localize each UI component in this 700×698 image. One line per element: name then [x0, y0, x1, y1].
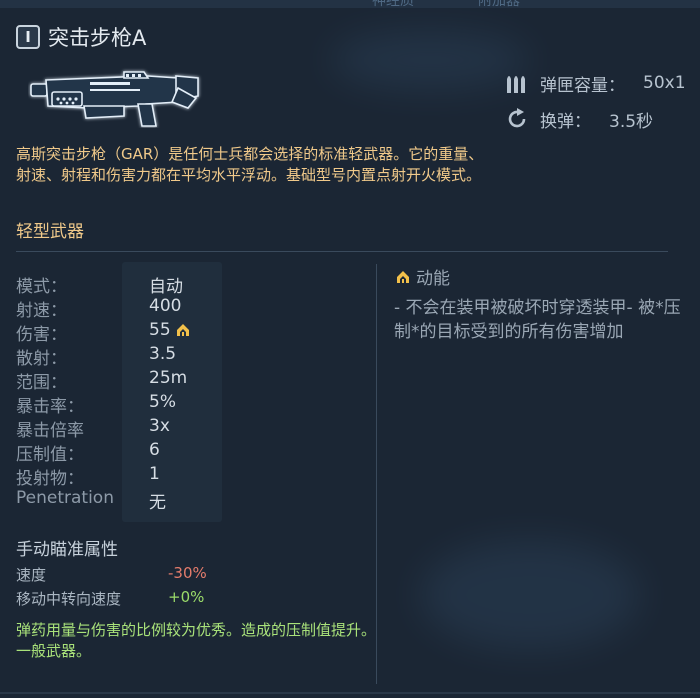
- manual-aim-row-speed: 速度 -30%: [16, 564, 207, 585]
- magazine-stat: 弹匣容量： 50x1: [504, 70, 686, 96]
- assault-rifle-icon: [28, 66, 203, 132]
- kinetic-damage-icon: [176, 323, 190, 337]
- manual-aim-row-turn-speed: 移动中转向速度 +0%: [16, 588, 204, 609]
- note-line: 一般武器。: [16, 642, 92, 660]
- manual-aim-title: 手动瞄准属性: [16, 540, 118, 560]
- stat-value: 400: [149, 296, 182, 316]
- magazine-label: 弹匣容量：: [540, 75, 625, 96]
- stat-value: 无: [149, 493, 166, 513]
- ammo-icon: [504, 70, 530, 96]
- reload-icon: [504, 106, 530, 132]
- background-glow: [330, 30, 530, 90]
- stat-label: 散射：: [16, 349, 67, 369]
- stat-value: 6: [149, 440, 160, 460]
- manual-aim-value: -30%: [168, 564, 207, 582]
- ability-title: 动能: [416, 269, 450, 289]
- stat-value: 1: [149, 464, 160, 484]
- column-divider: [376, 264, 377, 684]
- bottom-border: [0, 692, 700, 694]
- weapon-header: I 突击步枪A: [16, 22, 146, 52]
- stat-value: 3x: [149, 416, 170, 436]
- weapon-category: 轻型武器: [16, 222, 84, 242]
- reload-label: 换弹：: [540, 111, 591, 132]
- tier-badge: I: [16, 25, 40, 49]
- top-tab-1[interactable]: 附加器: [478, 0, 520, 10]
- top-tab-0[interactable]: 神经质: [372, 0, 414, 10]
- stat-label: Penetration: [16, 488, 114, 508]
- stat-label: 伤害：: [16, 325, 67, 345]
- note-line: 弹药用量与伤害的比例较为优秀。造成的压制值提升。: [16, 621, 377, 639]
- stat-value: 3.5: [149, 344, 177, 364]
- ability-description: - 不会在装甲被破坏时穿透装甲- 被*压制*的目标受到的所有伤害增加: [394, 298, 681, 342]
- weapon-name: 突击步枪A: [48, 26, 147, 50]
- weapon-notes: 弹药用量与伤害的比例较为优秀。造成的压制值提升。 一般武器。: [16, 620, 376, 662]
- stat-label: 射速：: [16, 301, 67, 321]
- manual-aim-label: 移动中转向速度: [16, 590, 122, 608]
- stat-value: 25m: [149, 368, 188, 388]
- weapon-description: 高斯突击步枪（GAR）是任何士兵都会选择的标准轻武器。它的重量、射速、射程和伤害…: [16, 145, 484, 184]
- manual-aim-label: 速度: [16, 566, 47, 584]
- stat-label: 暴击倍率: [16, 421, 84, 441]
- stat-value: 5%: [149, 392, 176, 412]
- stat-label: 范围：: [16, 373, 67, 393]
- top-tab-strip: 神经质 附加器: [0, 0, 700, 10]
- magazine-value: 50x1: [643, 73, 686, 93]
- stat-value: 自动: [149, 277, 183, 297]
- section-divider: [16, 251, 668, 252]
- manual-aim-value: +0%: [168, 588, 205, 606]
- reload-stat: 换弹： 3.5秒: [504, 106, 653, 132]
- background-glow: [420, 540, 640, 650]
- stat-value-damage: 55: [149, 320, 190, 340]
- stat-label: 模式：: [16, 277, 67, 297]
- kinetic-damage-icon: [396, 270, 410, 284]
- stat-label: 压制值：: [16, 445, 84, 465]
- stat-label: 暴击率：: [16, 397, 84, 417]
- stat-label: 投射物：: [16, 469, 84, 489]
- ability-header: 动能: [396, 264, 450, 289]
- reload-value: 3.5秒: [609, 111, 654, 132]
- stat-value: 55: [149, 320, 171, 340]
